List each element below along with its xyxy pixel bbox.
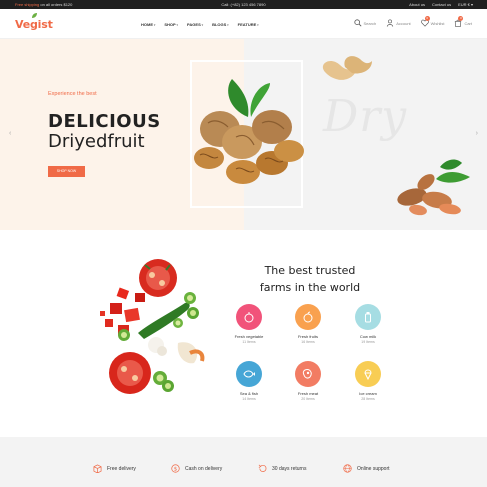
category-count: 14 Items [242, 397, 256, 401]
ice-cream-icon [364, 369, 372, 380]
category-circle [355, 361, 381, 387]
apple-icon [303, 311, 313, 323]
nav-home[interactable]: HOME [141, 22, 155, 27]
nav-blogs[interactable]: BLOGS [212, 22, 229, 27]
category-fresh-meat[interactable]: Fresh meat 20 Items [283, 361, 333, 401]
wishlist-count: 0 [424, 16, 430, 21]
wishlist-button[interactable]: 0 Wishlist [420, 16, 445, 27]
category-name: Ice cream [359, 391, 377, 396]
category-name: Fresh fruits [297, 334, 318, 339]
search-icon [353, 19, 361, 27]
account-label: Account [396, 20, 411, 26]
main-nav: HOME SHOP PAGES BLOGS FEATURE [141, 22, 259, 27]
category-circle [236, 304, 262, 330]
top-links: About us Contact us EUR € ▾ [409, 2, 473, 7]
box-icon [93, 464, 102, 473]
nav-feature[interactable]: FEATURE [238, 22, 259, 27]
vegetables-image [100, 259, 205, 394]
pepper-icon [244, 312, 254, 323]
category-circle [355, 304, 381, 330]
logo[interactable]: Vegist [15, 18, 53, 31]
feature-label: Cash on delivery [185, 465, 223, 472]
feature-returns: 30 days returns [258, 464, 306, 473]
category-cow-milk[interactable]: Cow milk 19 Items [343, 304, 393, 344]
search-button[interactable]: Search [353, 19, 377, 27]
globe-icon [343, 464, 352, 473]
category-sea-fish[interactable]: Sea & fish 14 Items [224, 361, 274, 401]
nav-pages[interactable]: PAGES [187, 22, 203, 27]
feature-label: Free delivery [107, 465, 136, 472]
wishlist-label: Wishlist [430, 20, 445, 26]
cart-label: Cart [464, 20, 472, 26]
prev-arrow-icon[interactable]: ‹ [9, 130, 11, 137]
currency-select[interactable]: EUR € ▾ [458, 2, 473, 7]
search-label: Search [363, 20, 377, 26]
category-name: Fresh vegetable [234, 334, 264, 339]
next-arrow-icon[interactable]: › [476, 130, 478, 137]
dollar-icon: $ [171, 464, 180, 473]
category-circle [295, 361, 321, 387]
categories-title: The best trusted farms in the world [225, 262, 395, 296]
user-icon [387, 19, 394, 27]
category-count: 11 Items [242, 340, 256, 344]
category-count: 28 Items [361, 397, 375, 401]
features-bar: Free delivery $ Cash on delivery 30 days… [0, 437, 487, 487]
return-icon [258, 464, 267, 472]
feature-cash-on-delivery: $ Cash on delivery [171, 464, 222, 473]
category-count: 20 Items [301, 397, 315, 401]
category-name: Sea & fish [239, 391, 259, 396]
header-actions: Search Account 0 Wishlist 0 Cart [353, 16, 472, 27]
cart-count: 0 [458, 16, 464, 21]
category-fresh-vegetable[interactable]: Fresh vegetable 11 Items [224, 304, 274, 344]
categories-title-line1: The best trusted [264, 264, 356, 277]
contact-link[interactable]: Contact us [432, 2, 451, 7]
account-button[interactable]: Account [386, 19, 411, 27]
top-bar: Free shipping on all orders $120 Call: (… [0, 0, 487, 9]
category-fresh-fruits[interactable]: Fresh fruits 16 Items [283, 304, 333, 344]
category-count: 19 Items [361, 340, 375, 344]
svg-text:$: $ [174, 466, 177, 472]
cart-button[interactable]: 0 Cart [454, 16, 472, 27]
feature-free-delivery: Free delivery [93, 464, 136, 473]
about-link[interactable]: About us [409, 2, 425, 7]
hero-slider: Dry Experience the best DELICIOUS Driyed… [0, 39, 487, 230]
categories-title-line2: farms in the world [259, 281, 361, 294]
feature-label: Online support [357, 465, 390, 472]
hero-product-image [194, 56, 470, 216]
category-name: Fresh meat [297, 391, 319, 396]
milk-icon [365, 312, 371, 323]
category-ice-cream[interactable]: Ice cream 28 Items [343, 361, 393, 401]
category-circle [236, 361, 262, 387]
feature-online-support: Online support [343, 464, 390, 473]
category-circle [295, 304, 321, 330]
category-count: 16 Items [301, 340, 315, 344]
fish-icon [243, 370, 255, 378]
category-name: Cow milk [359, 334, 377, 339]
feature-label: 30 days returns [272, 465, 307, 472]
main-header: Vegist HOME SHOP PAGES BLOGS FEATURE Sea… [0, 9, 487, 39]
nav-shop[interactable]: SHOP [164, 22, 178, 27]
meat-icon [302, 369, 312, 379]
